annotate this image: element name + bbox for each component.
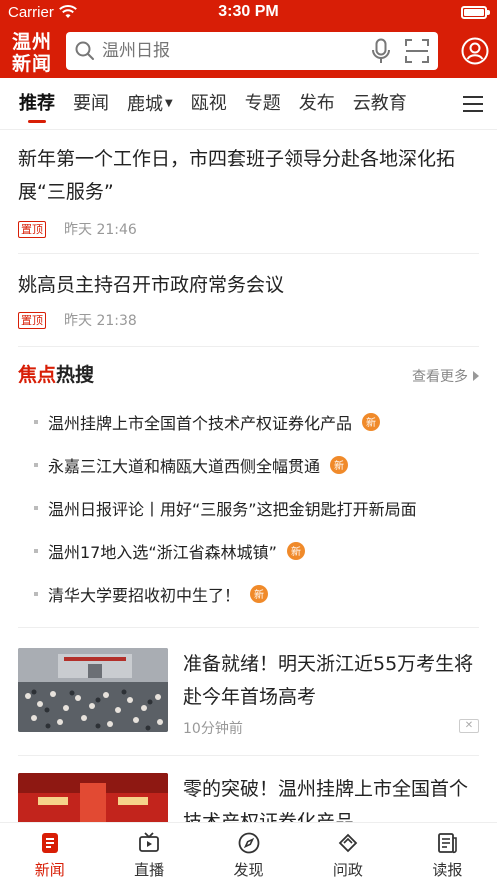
news-meta: 置顶 昨天 21:46 (18, 219, 479, 239)
view-more-label: 查看更多 (412, 369, 468, 385)
image-news-item[interactable]: 零的突破！温州挂牌上市全国首个技术产权证券化产品 (18, 773, 479, 823)
view-more-link[interactable]: 查看更多 (412, 366, 479, 386)
news-title: 准备就绪！明天浙江近55万考生将赴今年首场高考 (183, 653, 474, 708)
hot-search-text: 温州日报评论丨用好“三服务”这把金钥匙打开新局面 (48, 499, 417, 519)
nav-discover[interactable]: 发现 (199, 823, 298, 883)
logo-line-2: 新闻 (12, 52, 52, 74)
bullet-icon (34, 505, 38, 510)
scan-icon[interactable] (404, 38, 430, 64)
news-thumbnail (18, 648, 168, 732)
news-time: 昨天 21:46 (64, 222, 137, 238)
compass-icon (238, 832, 259, 854)
news-meta: 置顶 昨天 21:38 (18, 310, 479, 330)
news-icon (41, 833, 58, 853)
tab-label: 要闻 (73, 92, 109, 114)
tab-label: 鹿城 (127, 93, 163, 115)
dismiss-icon[interactable]: ✕ (459, 719, 479, 733)
news-title: 姚高员主持召开市政府常务会议 (18, 274, 285, 296)
new-badge: 新 (250, 584, 269, 603)
pinned-badge: 置顶 (18, 311, 46, 329)
new-badge: 新 (330, 455, 349, 474)
tab-label: 发布 (298, 92, 335, 114)
hot-search-list: 温州挂牌上市全国首个技术产权证券化产品新 永嘉三江大道和楠瓯大道西侧全幅贯通新 … (18, 400, 479, 615)
hot-search-item[interactable]: 清华大学要招收初中生了！ 新 (18, 572, 479, 615)
new-badge: 新 (286, 541, 305, 560)
logo-mark: 温州 新闻 (12, 31, 52, 75)
crowd-photo (18, 648, 168, 732)
news-title: 新年第一个工作日，市四套班子领导分赴各地深化拓展“三服务” (18, 148, 456, 203)
image-news-item[interactable]: 准备就绪！明天浙江近55万考生将赴今年首场高考 10分钟前 ✕ (18, 648, 479, 756)
arrow-right-icon (473, 371, 479, 381)
hot-search-text: 清华大学要招收初中生了！ (48, 585, 241, 605)
news-meta: 10分钟前 ✕ (183, 718, 479, 738)
hot-search-item[interactable]: 温州挂牌上市全国首个技术产权证券化产品新 (18, 400, 479, 443)
tab-label: 瓯视 (190, 92, 227, 114)
tab-headlines[interactable]: 要闻 (64, 78, 118, 130)
menu-icon[interactable] (461, 95, 485, 113)
tab-topics[interactable]: 专题 (236, 78, 290, 130)
pinned-badge: 置顶 (18, 220, 46, 238)
nav-read-paper[interactable]: 读报 (398, 823, 497, 883)
nav-label: 问政 (332, 861, 363, 879)
user-icon[interactable] (461, 37, 489, 65)
news-item[interactable]: 姚高员主持召开市政府常务会议 置顶 昨天 21:38 (18, 269, 479, 347)
bullet-icon (34, 419, 38, 424)
section-title: 焦点热搜 (18, 360, 479, 387)
news-thumbnail (18, 773, 168, 823)
tab-ouvision[interactable]: 瓯视 (182, 78, 236, 130)
ceremony-photo (18, 773, 168, 823)
nav-label: 新闻 (34, 861, 65, 879)
handshake-icon (338, 833, 358, 853)
section-title-black: 热搜 (56, 364, 95, 386)
app-header: Carrier 3:30 PM 温州 新闻 (0, 0, 497, 78)
nav-label: 发现 (233, 861, 264, 879)
logo-line-1: 温州 (12, 31, 52, 53)
nav-label: 读报 (432, 861, 463, 879)
tab-label: 云教育 (352, 92, 407, 114)
news-item[interactable]: 新年第一个工作日，市四套班子领导分赴各地深化拓展“三服务” 置顶 昨天 21:4… (18, 143, 479, 254)
search-bar[interactable] (66, 32, 438, 70)
live-icon (139, 832, 160, 852)
new-badge: 新 (362, 412, 381, 431)
clock: 3:30 PM (218, 3, 279, 20)
news-time: 10分钟前 (183, 721, 243, 737)
section-title-red: 焦点 (18, 364, 57, 386)
hot-search-item[interactable]: 永嘉三江大道和楠瓯大道西侧全幅贯通新 (18, 443, 479, 486)
tab-label: 推荐 (19, 92, 55, 114)
bullet-icon (34, 462, 38, 467)
bullet-icon (34, 591, 38, 596)
channel-tabs: 推荐 要闻 鹿城 ▼ 瓯视 专题 发布 云教育 (0, 78, 497, 130)
tab-lucheng[interactable]: 鹿城 ▼ (118, 78, 182, 130)
caret-down-icon: ▼ (165, 97, 173, 109)
nav-label: 直播 (134, 861, 165, 879)
status-bar: Carrier 3:30 PM (0, 0, 497, 26)
bullet-icon (34, 548, 38, 553)
hot-search-section: 焦点热搜 查看更多 温州挂牌上市全国首个技术产权证券化产品新 永嘉三江大道和楠瓯… (18, 360, 479, 628)
microphone-icon[interactable] (370, 38, 392, 64)
hot-search-text: 温州挂牌上市全国首个技术产权证券化产品 (48, 413, 353, 433)
tab-label: 专题 (244, 92, 281, 114)
bottom-navigation: 新闻 直播 发现 问政 读报 (0, 822, 497, 883)
news-time: 昨天 21:38 (64, 313, 137, 329)
battery-icon (461, 6, 490, 19)
news-title: 零的突破！温州挂牌上市全国首个技术产权证券化产品 (183, 778, 469, 823)
search-input[interactable] (102, 41, 370, 61)
battery-level (464, 9, 484, 16)
hot-search-text: 温州17地入选“浙江省森林城镇” (48, 542, 277, 562)
nav-inquiry[interactable]: 问政 (298, 823, 397, 883)
tab-recommend[interactable]: 推荐 (10, 78, 64, 130)
app-logo[interactable]: 温州 新闻 (10, 28, 58, 75)
tab-cloud-education[interactable]: 云教育 (344, 78, 416, 130)
nav-live[interactable]: 直播 (99, 823, 198, 883)
nav-news[interactable]: 新闻 (0, 823, 99, 883)
hot-search-item[interactable]: 温州17地入选“浙江省森林城镇” 新 (18, 529, 479, 572)
tab-release[interactable]: 发布 (290, 78, 344, 130)
newspaper-icon (438, 833, 458, 854)
hot-search-text: 永嘉三江大道和楠瓯大道西侧全幅贯通 (48, 456, 321, 476)
hot-search-item[interactable]: 温州日报评论丨用好“三服务”这把金钥匙打开新局面 (18, 486, 479, 529)
search-icon (75, 41, 94, 60)
